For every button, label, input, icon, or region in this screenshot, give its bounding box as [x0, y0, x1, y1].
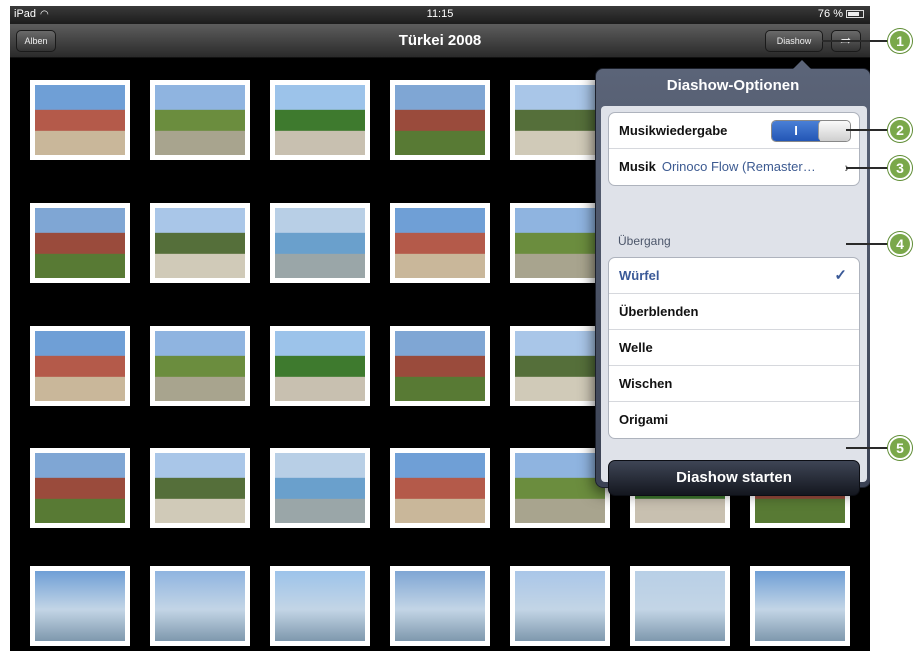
transition-label: Überblenden — [619, 304, 699, 319]
photo-thumbnail[interactable] — [390, 203, 490, 283]
battery-indicator: 76 % — [818, 8, 864, 20]
photo-thumbnail[interactable] — [270, 326, 370, 406]
photo-thumbnail[interactable] — [150, 566, 250, 646]
transition-label: Origami — [619, 412, 669, 427]
callout-line — [846, 447, 892, 449]
transition-label: Würfel — [619, 268, 660, 283]
music-selection-row[interactable]: MusikOrinoco Flow (Remaster… › — [609, 149, 859, 185]
popover-arrow — [793, 60, 811, 69]
status-bar: iPad ◠ 11:15 76 % — [10, 6, 870, 24]
slideshow-options-popover: Diashow-Optionen Musikwiedergabe I Musik… — [595, 60, 870, 496]
transition-label: Wischen — [619, 376, 673, 391]
music-settings-group: Musikwiedergabe I Musik Orinoco Flow (Rem… — [608, 112, 860, 186]
transition-option[interactable]: Überblenden — [609, 294, 859, 330]
transition-list: Würfel ✓ Überblenden Welle Wischen Origam… — [608, 257, 860, 439]
callout-badge: 4 — [888, 232, 912, 256]
photo-thumbnail[interactable] — [270, 80, 370, 160]
transition-option[interactable]: Wischen — [609, 366, 859, 402]
music-playback-row: Musikwiedergabe I — [609, 113, 859, 149]
photo-thumbnail[interactable] — [390, 448, 490, 528]
toggle-knob — [818, 121, 850, 141]
photo-thumbnail[interactable] — [750, 566, 850, 646]
callout-badge: 1 — [888, 29, 912, 53]
callout-badge: 3 — [888, 156, 912, 180]
checkmark-icon: ✓ — [834, 267, 847, 284]
toggle-on-label: I — [772, 121, 820, 141]
callout-line — [822, 40, 892, 42]
photo-thumbnail[interactable] — [30, 326, 130, 406]
status-time: 11:15 — [426, 8, 454, 20]
photo-thumbnail[interactable] — [270, 448, 370, 528]
music-playback-label: Musikwiedergabe — [619, 123, 728, 138]
photo-thumbnail[interactable] — [30, 566, 130, 646]
music-label: Musik — [619, 159, 656, 174]
ipad-screen: iPad ◠ 11:15 76 % Alben Türkei 2008 Diash… — [10, 6, 870, 651]
start-slideshow-button[interactable]: Diashow starten — [608, 460, 860, 496]
transition-option[interactable]: Origami — [609, 402, 859, 438]
music-playback-toggle[interactable]: I — [771, 120, 851, 142]
music-value: Orinoco Flow (Remaster… — [661, 159, 816, 174]
photo-thumbnail[interactable] — [30, 448, 130, 528]
navigation-bar: Alben Türkei 2008 Diashow ➦ — [10, 24, 870, 58]
photo-thumbnail[interactable] — [150, 448, 250, 528]
transition-label: Welle — [619, 340, 653, 355]
callout-line — [846, 243, 892, 245]
photo-thumbnail[interactable] — [390, 566, 490, 646]
photo-thumbnail[interactable] — [390, 80, 490, 160]
photo-thumbnail[interactable] — [270, 566, 370, 646]
callout-badge: 5 — [888, 436, 912, 460]
slideshow-button[interactable]: Diashow — [765, 30, 823, 52]
battery-icon — [846, 10, 864, 19]
photo-thumbnail[interactable] — [150, 203, 250, 283]
callout-badge: 2 — [888, 118, 912, 142]
callout-line — [846, 167, 892, 169]
photo-thumbnail[interactable] — [630, 566, 730, 646]
album-title: Türkei 2008 — [398, 32, 482, 49]
photo-thumbnail[interactable] — [390, 326, 490, 406]
photo-thumbnail[interactable] — [270, 203, 370, 283]
transition-option[interactable]: Würfel ✓ — [609, 258, 859, 294]
photo-thumbnail[interactable] — [30, 203, 130, 283]
callout-line — [846, 129, 892, 131]
transition-option[interactable]: Welle — [609, 330, 859, 366]
popover-body: Musikwiedergabe I Musik Orinoco Flow (Rem… — [601, 106, 867, 496]
popover-title: Diashow-Optionen — [666, 77, 800, 94]
transition-section-label: Übergang — [618, 234, 671, 248]
photo-thumbnail[interactable] — [150, 80, 250, 160]
photo-thumbnail[interactable] — [30, 80, 130, 160]
photo-thumbnail[interactable] — [150, 326, 250, 406]
photo-thumbnail[interactable] — [510, 566, 610, 646]
